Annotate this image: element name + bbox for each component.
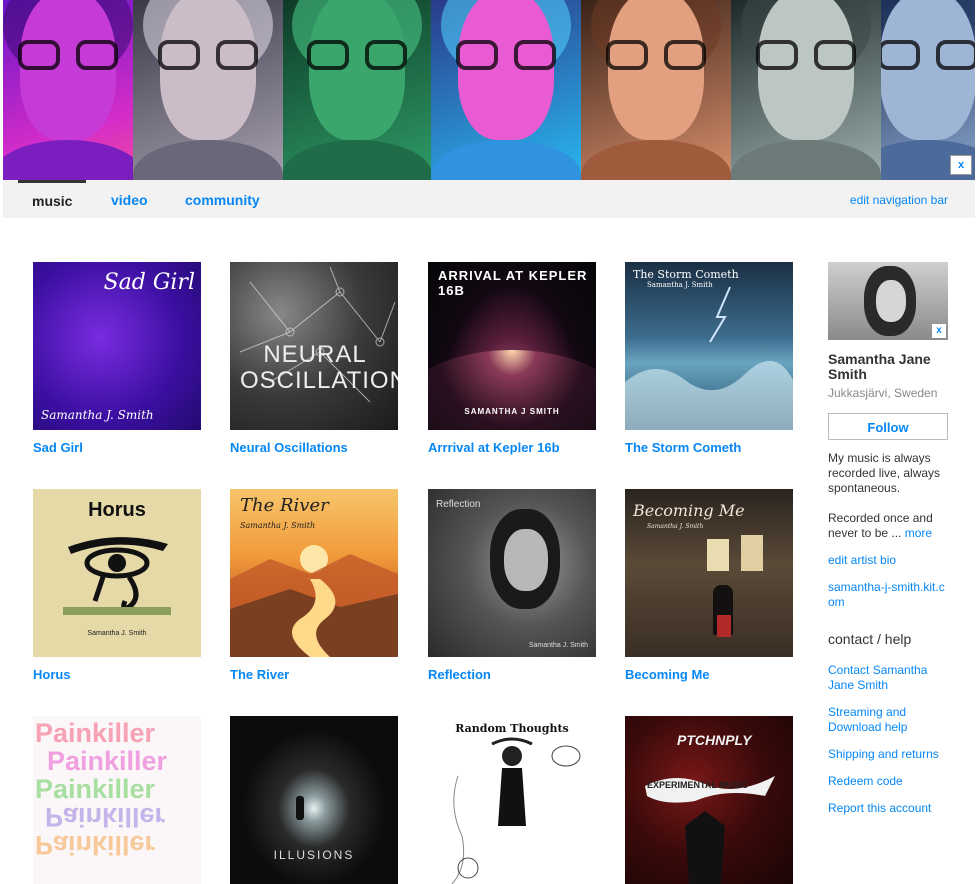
photo-close-button[interactable]: x	[932, 324, 946, 338]
artist-location: Jukkasjärvi, Sweden	[828, 386, 938, 400]
album-item[interactable]: Horus Samantha J. Smith Horus	[33, 489, 201, 682]
album-item[interactable]: Painkiller Painkiller Painkiller Painkil…	[33, 716, 201, 884]
album-item[interactable]: Becoming Me Samantha J. Smith Becoming M…	[625, 489, 793, 682]
cover-title-text: Painkiller	[35, 718, 156, 748]
window-shape	[707, 539, 729, 571]
cover-artist-text: Samantha J. Smith	[240, 521, 316, 530]
album-item[interactable]: The Storm Cometh Samantha J. Smith The S…	[625, 262, 793, 455]
banner-panel	[581, 0, 731, 180]
album-cover[interactable]: Becoming Me Samantha J. Smith	[625, 489, 793, 657]
cover-title-text: Sad Girl	[103, 270, 195, 295]
album-cover[interactable]: NEURAL OSCILLATIONS	[230, 262, 398, 430]
banner-close-button[interactable]: x	[950, 155, 972, 175]
cover-title-text: PTCHNPLY	[677, 732, 752, 748]
cover-title-text-repeat: Painkiller	[35, 830, 156, 860]
contact-artist-link[interactable]: Contact Samantha Jane Smith	[828, 663, 950, 693]
banner-panel	[431, 0, 581, 180]
follow-button[interactable]: Follow	[828, 413, 948, 440]
redeem-code-link[interactable]: Redeem code	[828, 774, 950, 789]
report-account-link[interactable]: Report this account	[828, 801, 950, 816]
album-item[interactable]: ILLUSIONS	[230, 716, 398, 884]
artist-face	[876, 280, 906, 322]
navigation-bar: music video community edit navigation ba…	[3, 180, 975, 218]
window-shape	[741, 535, 763, 571]
album-title-link[interactable]: Becoming Me	[625, 667, 793, 682]
cover-artist-text: EXPERIMENTAL MUSIC	[647, 780, 749, 790]
header-banner: x	[3, 0, 975, 180]
banner-panel	[881, 0, 975, 180]
cover-artist-text: Samantha J. Smith	[647, 281, 713, 289]
album-cover[interactable]: The River Samantha J. Smith	[230, 489, 398, 657]
bio-more-link[interactable]: more	[905, 526, 932, 540]
cover-artist-text: Samantha J. Smith	[528, 642, 588, 649]
album-title-link[interactable]: Horus	[33, 667, 201, 682]
album-item[interactable]: Sad Girl Samantha J. Smith Sad Girl	[33, 262, 201, 455]
tab-community[interactable]: community	[185, 180, 260, 218]
album-cover[interactable]: ARRIVAL AT KEPLER 16B SAMANTHA J SMITH	[428, 262, 596, 430]
figure-silhouette	[296, 796, 304, 820]
banner-panel	[731, 0, 881, 180]
cover-title-text: ARRIVAL AT KEPLER 16B	[438, 268, 588, 298]
album-title-link[interactable]: Sad Girl	[33, 440, 201, 455]
album-cover[interactable]: Reflection Samantha J. Smith	[428, 489, 596, 657]
album-cover[interactable]: PTCHNPLY EXPERIMENTAL MUSIC	[625, 716, 793, 884]
banner-panel	[133, 0, 283, 180]
artist-photo[interactable]: x	[828, 262, 948, 340]
artist-bio-paragraph: My music is always recorded live, always…	[828, 451, 941, 495]
album-cover[interactable]: Random Thoughts	[428, 716, 596, 884]
contact-help-heading: contact / help	[828, 631, 912, 647]
artist-sidebar: x Samantha Jane Smith Jukkasjärvi, Swede…	[828, 262, 950, 816]
cover-artist-text: Samantha J. Smith	[647, 523, 704, 530]
artist-name: Samantha Jane Smith	[828, 351, 931, 382]
album-title-link[interactable]: The Storm Cometh	[625, 440, 793, 455]
streaming-help-link[interactable]: Streaming and Download help	[828, 705, 950, 735]
cover-title-text: The River	[240, 495, 329, 516]
cover-artist-text: Samantha J. Smith	[87, 630, 147, 637]
planet-horizon	[428, 350, 596, 430]
album-cover[interactable]: ILLUSIONS	[230, 716, 398, 884]
album-cover[interactable]: The Storm Cometh Samantha J. Smith	[625, 262, 793, 430]
album-item[interactable]: ARRIVAL AT KEPLER 16B SAMANTHA J SMITH A…	[428, 262, 596, 455]
album-title-link[interactable]: Reflection	[428, 667, 596, 682]
edit-navigation-bar-link[interactable]: edit navigation bar	[850, 180, 948, 220]
cover-title-text-repeat: Painkiller	[45, 802, 166, 832]
album-title-link[interactable]: Neural Oscillations	[230, 440, 398, 455]
cover-title-text-repeat: Painkiller	[35, 774, 156, 804]
banner-panel	[283, 0, 431, 180]
line-art-graphic	[451, 737, 581, 884]
artist-website-link[interactable]: samantha-j-smith.kit.com	[828, 580, 950, 610]
artist-bio-paragraph: Recorded once and never to be ... more	[828, 511, 950, 541]
cover-title-text: Reflection	[436, 499, 481, 510]
album-item[interactable]: The River Samantha J. Smith The River	[230, 489, 398, 682]
album-item[interactable]: Reflection Samantha J. Smith Reflection	[428, 489, 596, 682]
tab-video[interactable]: video	[111, 180, 148, 218]
album-cover[interactable]: Painkiller Painkiller Painkiller Painkil…	[33, 716, 201, 884]
tab-music[interactable]: music	[18, 180, 87, 218]
album-title-link[interactable]: Arrrival at Kepler 16b	[428, 440, 596, 455]
album-item[interactable]: NEURAL OSCILLATIONS Neural Oscillations	[230, 262, 398, 455]
portrait-face	[504, 529, 548, 591]
album-title-link[interactable]: The River	[230, 667, 398, 682]
album-cover[interactable]: Horus Samantha J. Smith	[33, 489, 201, 657]
album-cover[interactable]: Sad Girl Samantha J. Smith	[33, 262, 201, 430]
banner-panel	[3, 0, 133, 180]
cover-title-text: The Storm Cometh	[633, 268, 739, 281]
cover-title-text-repeat: Painkiller	[47, 746, 168, 776]
album-item[interactable]: PTCHNPLY EXPERIMENTAL MUSIC	[625, 716, 793, 884]
cover-artist-text: SAMANTHA J SMITH	[464, 407, 560, 416]
shipping-returns-link[interactable]: Shipping and returns	[828, 747, 950, 762]
red-shape	[717, 615, 731, 637]
cover-title-text: NEURAL OSCILLATIONS	[240, 341, 398, 394]
edit-artist-bio-link[interactable]: edit artist bio	[828, 553, 950, 568]
cover-title-text: Becoming Me	[633, 501, 745, 520]
cover-artist-text: Samantha J. Smith	[41, 408, 154, 422]
album-item[interactable]: Random Thoughts	[428, 716, 596, 884]
